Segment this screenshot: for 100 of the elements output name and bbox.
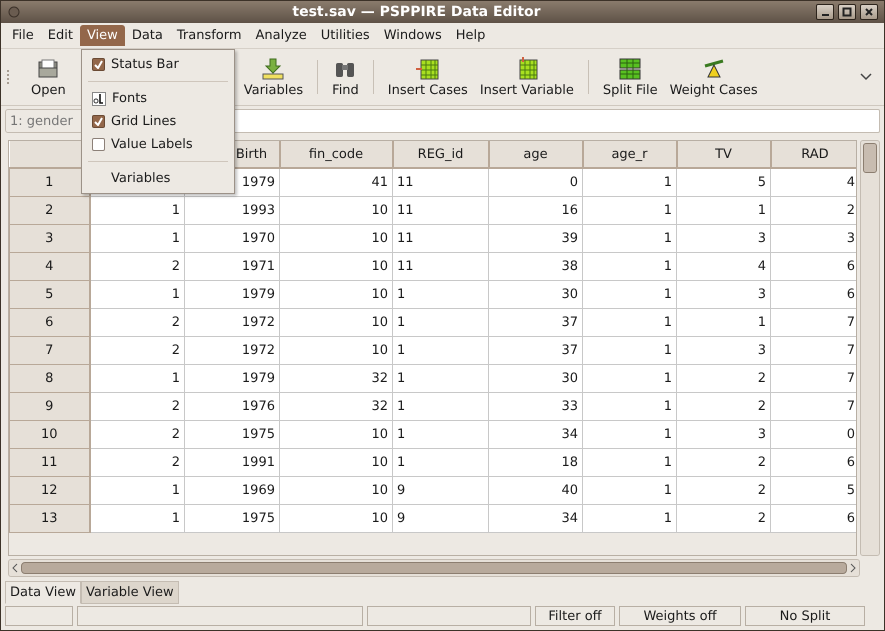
font-icon bbox=[92, 92, 106, 106]
table-cell: 3 bbox=[676, 224, 770, 252]
table-cell: 1979 bbox=[184, 280, 280, 308]
menu-item[interactable]: File bbox=[5, 25, 41, 46]
row-header[interactable]: 7 bbox=[10, 336, 90, 364]
row-header[interactable]: 9 bbox=[10, 392, 90, 420]
row-header[interactable]: 13 bbox=[10, 504, 90, 532]
row-header[interactable]: 5 bbox=[10, 280, 90, 308]
table-cell: 1975 bbox=[184, 504, 280, 532]
table-cell: 16 bbox=[488, 196, 582, 224]
checkbox[interactable] bbox=[92, 58, 105, 71]
table-cell: 1975 bbox=[184, 420, 280, 448]
horizontal-scrollbar[interactable] bbox=[8, 559, 860, 577]
row-header[interactable]: 11 bbox=[10, 448, 90, 476]
table-cell: 11 bbox=[392, 196, 488, 224]
table-cell: 1976 bbox=[184, 392, 280, 420]
status-panel: No Split bbox=[745, 606, 865, 626]
column-header[interactable]: TV bbox=[676, 141, 770, 168]
table-cell: 2 bbox=[676, 364, 770, 392]
menu-entry[interactable]: Status Bar bbox=[82, 53, 234, 76]
table-cell: 9 bbox=[392, 504, 488, 532]
minimize-button[interactable] bbox=[816, 4, 834, 20]
column-header[interactable]: age_r bbox=[582, 141, 676, 168]
tab[interactable]: Data View bbox=[5, 581, 82, 604]
table-cell: 2 bbox=[676, 448, 770, 476]
table-cell: 1 bbox=[392, 280, 488, 308]
table-cell: 1 bbox=[90, 196, 184, 224]
table-cell: 10 bbox=[280, 448, 392, 476]
menu-item[interactable]: Help bbox=[448, 25, 492, 46]
table-cell: 1 bbox=[90, 504, 184, 532]
table-cell: 41 bbox=[280, 168, 392, 196]
row-header[interactable]: 4 bbox=[10, 252, 90, 280]
table-cell: 10 bbox=[280, 196, 392, 224]
toolbar-button[interactable]: Insert Variable bbox=[474, 54, 580, 100]
table-cell: 1 bbox=[582, 252, 676, 280]
maximize-button[interactable] bbox=[838, 4, 856, 20]
menu-item[interactable]: Analyze bbox=[248, 25, 314, 46]
table-cell: 5 bbox=[676, 168, 770, 196]
row-header[interactable]: 3 bbox=[10, 224, 90, 252]
menu-entry[interactable]: Fonts bbox=[82, 87, 234, 110]
table-cell: 9 bbox=[392, 476, 488, 504]
table-cell: 1 bbox=[392, 448, 488, 476]
toolbar-button[interactable]: Find bbox=[326, 54, 365, 100]
vertical-scrollbar[interactable] bbox=[860, 140, 880, 556]
close-button[interactable] bbox=[860, 4, 878, 20]
row-header[interactable]: 10 bbox=[10, 420, 90, 448]
table-cell: 11 bbox=[392, 168, 488, 196]
menu-item[interactable]: View bbox=[80, 25, 125, 46]
chevron-icon[interactable] bbox=[860, 73, 872, 81]
table-cell: 10 bbox=[280, 224, 392, 252]
menu-item[interactable]: Transform bbox=[170, 25, 249, 46]
table-cell: 34 bbox=[488, 420, 582, 448]
checkbox[interactable] bbox=[92, 115, 105, 128]
table-cell: 1991 bbox=[184, 448, 280, 476]
table-cell: 10 bbox=[280, 308, 392, 336]
table-cell: 18 bbox=[488, 448, 582, 476]
scale-icon bbox=[702, 56, 726, 80]
menu-item[interactable]: Utilities bbox=[314, 25, 377, 46]
table-cell: 2 bbox=[90, 308, 184, 336]
row-header[interactable]: 12 bbox=[10, 476, 90, 504]
table-cell: 1 bbox=[676, 308, 770, 336]
table-cell: 10 bbox=[280, 504, 392, 532]
menu-item[interactable]: Edit bbox=[40, 25, 80, 46]
menu-item[interactable]: Windows bbox=[376, 25, 449, 46]
toolbar-button[interactable]: Insert Cases bbox=[382, 54, 474, 100]
status-panel: Filter off bbox=[535, 606, 615, 626]
toolbar-button[interactable]: Variables bbox=[238, 54, 310, 100]
column-header[interactable]: age bbox=[488, 141, 582, 168]
menu-item[interactable]: Data bbox=[124, 25, 170, 46]
column-header[interactable]: REG_id bbox=[392, 141, 488, 168]
window-menu-icon[interactable] bbox=[7, 5, 21, 19]
table-cell: 30 bbox=[488, 364, 582, 392]
table-cell: 11 bbox=[392, 252, 488, 280]
menu-entry[interactable]: Value Labels bbox=[82, 133, 234, 156]
table-cell: 1 bbox=[392, 364, 488, 392]
toolbar-button[interactable]: Weight Cases bbox=[664, 54, 764, 100]
table-cell: 1 bbox=[90, 364, 184, 392]
table-cell: 1 bbox=[582, 336, 676, 364]
checkbox[interactable] bbox=[92, 138, 105, 151]
tab[interactable]: Variable View bbox=[81, 581, 179, 604]
table-cell: 1 bbox=[582, 392, 676, 420]
table-cell: 39 bbox=[488, 224, 582, 252]
row-header[interactable]: 6 bbox=[10, 308, 90, 336]
table-cell: 1 bbox=[90, 224, 184, 252]
table-cell: 1969 bbox=[184, 476, 280, 504]
table-cell: 2 bbox=[676, 504, 770, 532]
row-header[interactable]: 2 bbox=[10, 196, 90, 224]
column-header[interactable]: fin_code bbox=[280, 141, 392, 168]
toolbar-button[interactable]: Open bbox=[25, 54, 72, 100]
row-header[interactable]: 8 bbox=[10, 364, 90, 392]
toolbar-button[interactable]: Split File bbox=[596, 54, 664, 100]
close-icon bbox=[864, 7, 874, 17]
table-cell: 1972 bbox=[184, 308, 280, 336]
table-cell: 38 bbox=[488, 252, 582, 280]
column-header[interactable]: RAD bbox=[770, 141, 856, 168]
minimize-icon bbox=[822, 14, 828, 16]
table-cell: 1 bbox=[392, 420, 488, 448]
table-cell: 2 bbox=[90, 336, 184, 364]
table-cell: 32 bbox=[280, 392, 392, 420]
table-cell: 1 bbox=[392, 336, 488, 364]
